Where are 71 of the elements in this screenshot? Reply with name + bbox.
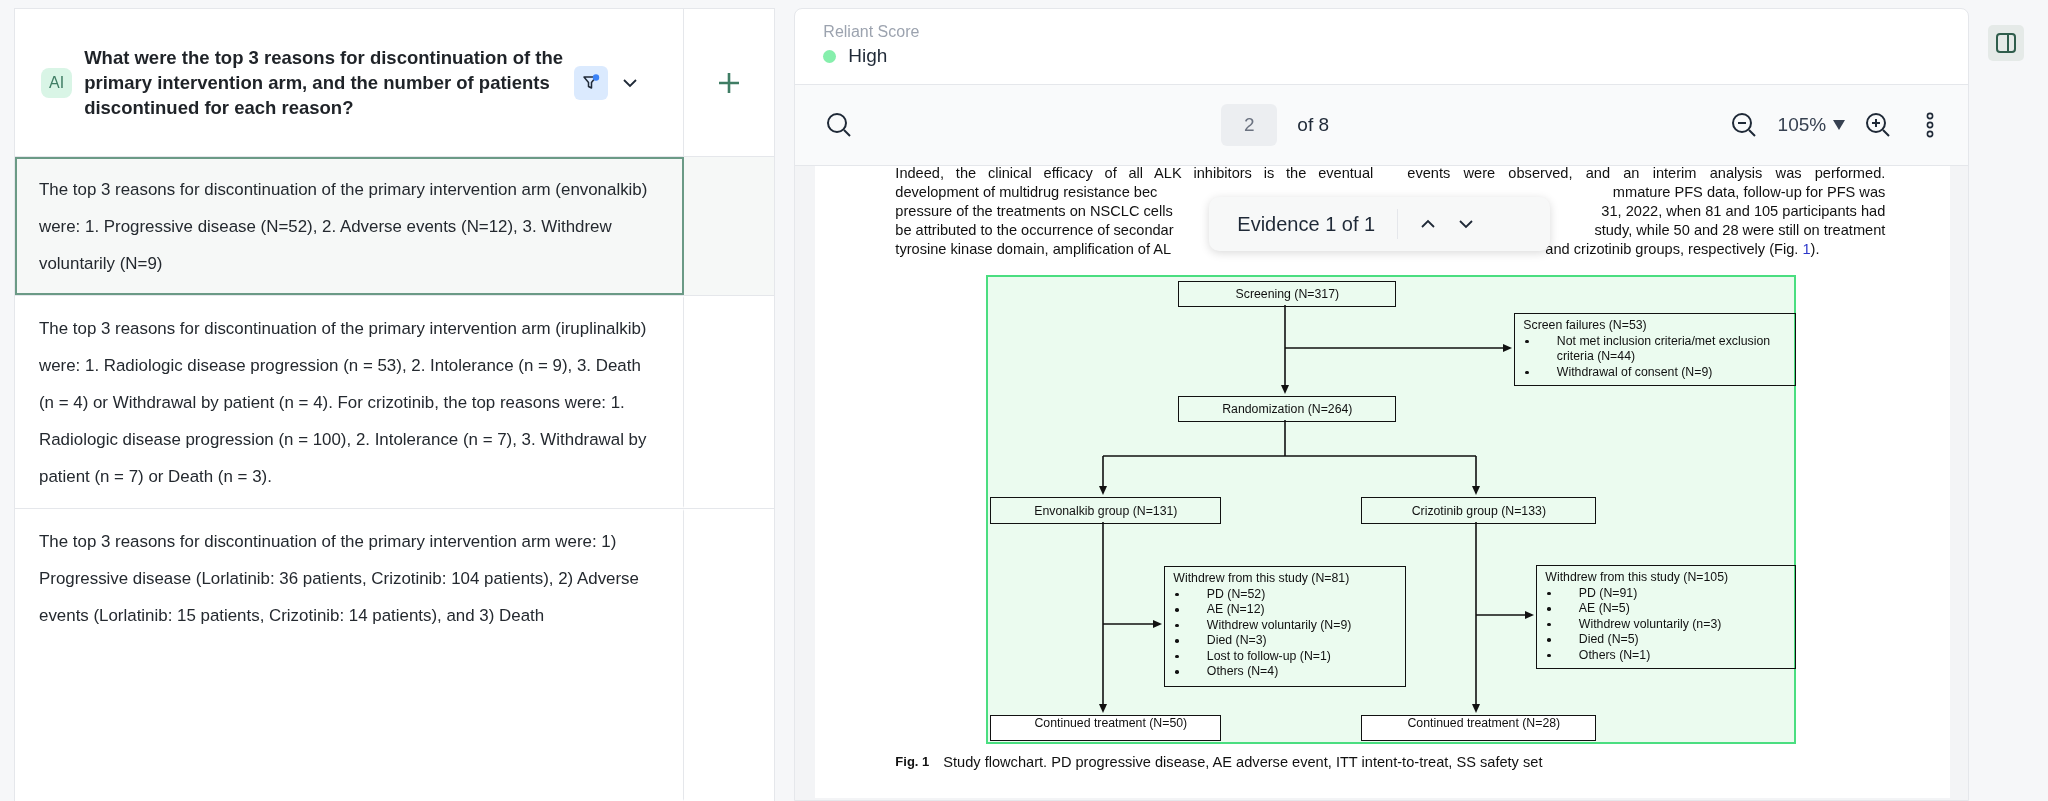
document-text-line: 31, 2022, when 81 and 105 participants had bbox=[1601, 202, 1886, 221]
node-item: Withdrew voluntarily (N=9) bbox=[1206, 617, 1352, 633]
bullet-icon bbox=[1525, 370, 1529, 374]
bullet-icon bbox=[1175, 639, 1179, 643]
node-item: Others (N=4) bbox=[1206, 664, 1279, 680]
answer-cell[interactable]: The top 3 reasons for discontinuation of the primary intervention arm (iruplinalkib) were: 1. Radiologic disease progression (n = 53), 2. Intolerance (n = 9), 3. Death (n = 4) or Withdrawal by patient (n = 4). For crizotinib, the top reasons were: 1. Radiologic disease progression (n = 100), 2. Intolerance (n = 7), 3. Withdrawal by patient (n = 7) or Death (n = 3). bbox=[15, 296, 684, 508]
node-item: Withdrawal of consent (N=9) bbox=[1556, 364, 1713, 380]
answer-cell[interactable]: The top 3 reasons for discontinuation of the primary intervention arm were: 1) Progressive disease (Lorlatinib: 36 patients, Crizotinib: 104 patients), 2) Adverse events (Lorlatinib: 15 patients, Crizotinib: 14 patients), and 3) Death bbox=[15, 509, 684, 801]
figure-link[interactable]: 1 bbox=[1802, 241, 1811, 257]
chevron-down-icon[interactable] bbox=[1458, 219, 1475, 229]
bullet-icon bbox=[1175, 654, 1179, 658]
node-title: Continued treatment (N=28) bbox=[1407, 716, 1561, 730]
node-title: Screening (N=317) bbox=[1235, 287, 1340, 301]
caption-label: Fig. 1 bbox=[895, 754, 930, 770]
bullet-icon bbox=[1525, 339, 1529, 343]
sidebar-toggle-icon[interactable] bbox=[1988, 25, 2025, 61]
connector-arrow bbox=[1472, 455, 1481, 495]
node-item: Not met inclusion criteria/met exclusion criteria (N=44) bbox=[1556, 333, 1772, 365]
figure-caption: Study flowchart. PD progressive disease, AE adverse event, ITT intent-to-treat, SS safety set bbox=[943, 754, 1543, 770]
bullet-icon bbox=[1175, 670, 1179, 674]
node-title: Withdrew from this study (N=105) bbox=[1545, 570, 1730, 586]
zoom-dropdown[interactable]: 105% bbox=[1777, 114, 1827, 136]
document-text-line: development of multidrug resistance bec bbox=[895, 184, 1158, 200]
node-item: Died (N=5) bbox=[1578, 632, 1639, 648]
more-options-icon[interactable] bbox=[1926, 112, 1935, 138]
node-title: Continued treatment (N=50) bbox=[1034, 716, 1188, 730]
page-count: of 8 bbox=[1297, 114, 1330, 136]
answer-cell[interactable]: The top 3 reasons for discontinuation of the primary intervention arm (envonalkib) were: 1. Progressive disease (N=52), 2. Adverse events (N=12), 3. Withdrew voluntarily (N=9) bbox=[15, 157, 684, 295]
bullet-icon bbox=[1175, 608, 1179, 612]
evidence-counter: Evidence 1 of 1 bbox=[1237, 212, 1376, 236]
document-text-line: Indeed, the clinical efficacy of all ALK inhibitors is the eventual bbox=[895, 166, 1374, 183]
node-title: Crizotinib group (N=133) bbox=[1411, 503, 1546, 518]
bullet-icon bbox=[1175, 623, 1179, 627]
score-label: Reliant Score bbox=[823, 23, 921, 41]
node-item: Lost to follow-up (N=1) bbox=[1206, 648, 1331, 664]
document-text-line: be attributed to the occurrence of secondar bbox=[895, 222, 1174, 238]
page-number-field[interactable]: 2 bbox=[1221, 104, 1278, 146]
node-item: Others (N=1) bbox=[1578, 647, 1651, 663]
filter-button[interactable] bbox=[574, 65, 609, 100]
question-text: What were the top 3 reasons for discontinuation of the primary intervention arm, and the number of patients discontinued for each reason? bbox=[84, 46, 565, 120]
node-item: AE (N=12) bbox=[1206, 602, 1265, 618]
node-item: Died (N=3) bbox=[1206, 633, 1267, 649]
add-icon[interactable] bbox=[718, 71, 741, 94]
node-title: Withdrew from this study (N=81) bbox=[1173, 571, 1351, 587]
bullet-icon bbox=[1547, 653, 1551, 657]
chevron-up-icon[interactable] bbox=[1420, 219, 1437, 229]
document-text-line: study, while 50 and 28 were still on treatment bbox=[1594, 221, 1886, 240]
document-text-line: and crizotinib groups, respectively (Fig. 1). bbox=[1545, 241, 1820, 257]
ai-badge: AI bbox=[41, 67, 73, 98]
filter-icon bbox=[582, 73, 601, 92]
dropdown-triangle-icon[interactable] bbox=[1832, 119, 1847, 131]
bullet-icon bbox=[1547, 591, 1551, 595]
node-item: AE (N=5) bbox=[1578, 601, 1630, 617]
document-text-line: mmature PFS data, follow-up for PFS was bbox=[1612, 183, 1886, 202]
node-item: Withdrew voluntarily (n=3) bbox=[1578, 616, 1722, 632]
chevron-down-icon[interactable] bbox=[622, 77, 639, 88]
bullet-icon bbox=[1547, 607, 1551, 611]
bullet-icon bbox=[1175, 592, 1179, 596]
document-text-line: events were observed, and an interim analysis was performed. bbox=[1407, 166, 1886, 183]
node-item: PD (N=52) bbox=[1206, 586, 1266, 602]
connector-arrow bbox=[1099, 455, 1108, 495]
document-text-line: pressure of the treatments on NSCLC cells bbox=[895, 203, 1173, 219]
node-title: Randomization (N=264) bbox=[1222, 402, 1353, 416]
node-title: Envonalkib group (N=131) bbox=[1034, 503, 1178, 518]
document-text-line: tyrosine kinase domain, amplification of AL bbox=[895, 241, 1172, 257]
bullet-icon bbox=[1547, 638, 1551, 642]
bullet-icon bbox=[1547, 622, 1551, 626]
zoom-out-icon[interactable] bbox=[1729, 111, 1758, 139]
score-value: High bbox=[848, 45, 888, 67]
node-item: PD (N=91) bbox=[1578, 585, 1638, 601]
node-title: Screen failures (N=53) bbox=[1523, 318, 1648, 334]
